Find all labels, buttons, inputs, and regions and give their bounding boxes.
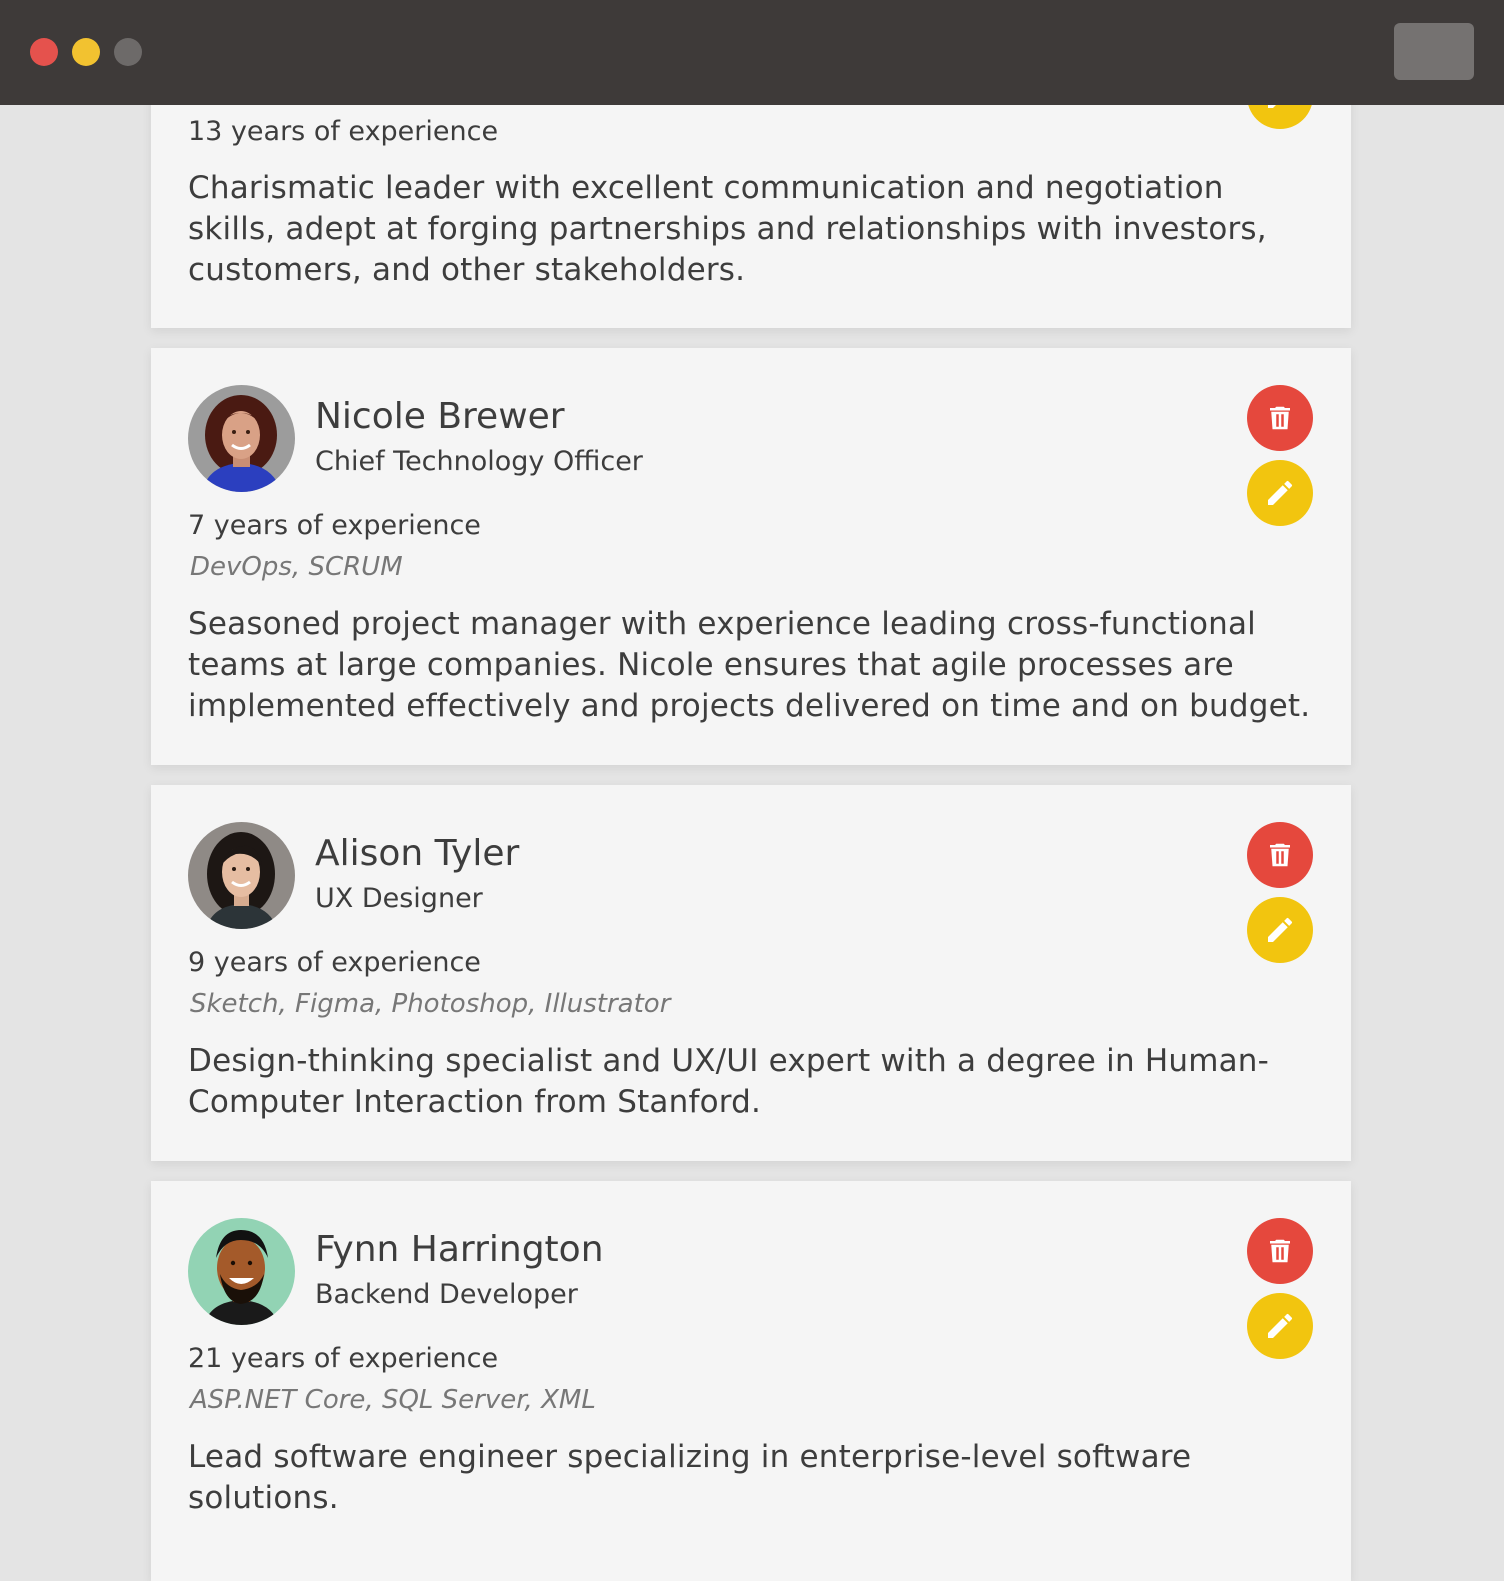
trash-icon xyxy=(1270,1239,1290,1263)
experience-text: 21 years of experience xyxy=(188,1343,499,1374)
person-name: Nicole Brewer xyxy=(315,396,565,437)
person-card: Alison Tyler UX Designer 9 years of expe… xyxy=(151,785,1351,1161)
avatar xyxy=(188,385,295,492)
avatar xyxy=(188,1218,295,1325)
pencil-icon xyxy=(1268,917,1293,942)
person-title: Backend Developer xyxy=(315,1279,578,1310)
skills-text: DevOps, SCRUM xyxy=(190,552,403,582)
person-name: Alison Tyler xyxy=(315,833,520,874)
skills-text: Sketch, Figma, Photoshop, Illustrator xyxy=(190,989,671,1019)
delete-button[interactable] xyxy=(1247,822,1313,888)
avatar xyxy=(188,822,295,929)
trash-icon xyxy=(1270,406,1290,430)
experience-text: 9 years of experience xyxy=(188,947,481,978)
pencil-icon xyxy=(1268,480,1293,505)
edit-button[interactable] xyxy=(1247,897,1313,963)
maximize-window-button[interactable] xyxy=(114,38,142,66)
bio-text: Design-thinking specialist and UX/UI exp… xyxy=(188,1043,1270,1120)
trash-icon xyxy=(1270,843,1290,867)
pencil-icon xyxy=(1268,1313,1293,1338)
bio-text: Charismatic leader with excellent commun… xyxy=(188,170,1267,288)
title-bar xyxy=(0,0,1504,105)
bio-text: Seasoned project manager with experience… xyxy=(188,606,1311,724)
delete-button[interactable] xyxy=(1247,385,1313,451)
person-card: Nicole Brewer Chief Technology Officer 7… xyxy=(151,348,1351,765)
edit-button[interactable] xyxy=(1247,460,1313,526)
person-title: UX Designer xyxy=(315,883,483,914)
bio-text: Lead software engineer specializing in e… xyxy=(188,1439,1192,1516)
edit-button[interactable] xyxy=(1247,1293,1313,1359)
person-title: Chief Technology Officer xyxy=(315,446,643,477)
close-window-button[interactable] xyxy=(30,38,58,66)
person-card: Fynn Harrington Backend Developer 21 yea… xyxy=(151,1181,1351,1581)
menu-button[interactable] xyxy=(1394,23,1474,80)
minimize-window-button[interactable] xyxy=(72,38,100,66)
person-name: Fynn Harrington xyxy=(315,1229,604,1270)
delete-button[interactable] xyxy=(1247,1218,1313,1284)
skills-text: ASP.NET Core, SQL Server, XML xyxy=(190,1385,596,1415)
experience-text: 13 years of experience xyxy=(188,116,499,147)
people-list: 13 years of experience Charismatic leade… xyxy=(151,0,1351,1581)
experience-text: 7 years of experience xyxy=(188,510,481,541)
